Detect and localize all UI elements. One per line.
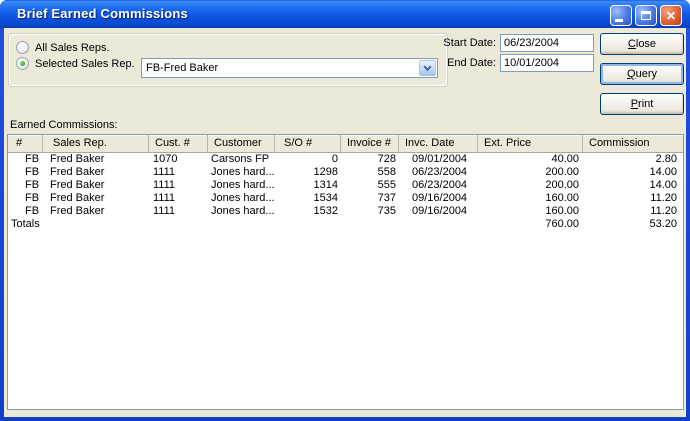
column-header-cust-number[interactable]: Cust. # — [149, 135, 208, 152]
radio-selected-icon[interactable] — [16, 57, 29, 70]
table-cell: 2.80 — [655, 153, 677, 165]
radio-selected-sales-rep-label: Selected Sales Rep. — [35, 57, 135, 70]
window-controls: ✕ — [610, 5, 682, 26]
radio-dot-icon — [20, 61, 25, 66]
table-cell: Carsons FP — [211, 153, 270, 165]
brief-earned-commissions-dialog: Brief Earned Commissions ✕ All Sales Rep… — [0, 0, 690, 421]
table-cell: 1111 — [153, 179, 176, 191]
table-cell: Fred Baker — [50, 179, 105, 191]
column-header-customer[interactable]: Customer — [208, 135, 275, 152]
radio-all-sales-reps-label: All Sales Reps. — [35, 41, 110, 54]
table-cell: 200.00 — [545, 166, 579, 178]
sales-rep-dropdown[interactable]: FB-Fred Baker — [141, 58, 438, 78]
table-cell: Fred Baker — [50, 192, 105, 204]
table-cell: 555 — [377, 179, 396, 191]
table-cell: Jones hard... — [211, 205, 275, 217]
table-cell: 1111 — [153, 166, 176, 178]
column-header-number[interactable]: # — [8, 135, 43, 152]
table-cell: Jones hard... — [211, 166, 275, 178]
table-cell: 14.00 — [649, 179, 677, 191]
maximize-icon — [641, 11, 651, 20]
table-cell: 06/23/2004 — [412, 166, 468, 178]
table-row[interactable]: FB Fred Baker 1111 Jones hard... 1314 55… — [8, 179, 683, 192]
table-cell: 09/16/2004 — [412, 192, 468, 204]
table-cell: FB — [25, 166, 40, 178]
table-cell: 1314 — [313, 179, 338, 191]
table-cell: 40.00 — [551, 153, 579, 165]
table-row[interactable]: FB Fred Baker 1111 Jones hard... 1532 73… — [8, 205, 683, 218]
sales-rep-dropdown-value: FB-Fred Baker — [146, 62, 219, 74]
table-cell: FB — [25, 205, 40, 217]
earned-commissions-label: Earned Commissions: — [10, 119, 118, 131]
query-button[interactable]: Query — [600, 63, 684, 85]
table-cell: Fred Baker — [50, 153, 105, 165]
close-icon: ✕ — [665, 8, 677, 23]
print-button[interactable]: Print — [600, 93, 684, 115]
table-cell: 1534 — [313, 192, 338, 204]
table-cell: 1532 — [313, 205, 338, 217]
start-date-input[interactable] — [500, 34, 594, 52]
table-cell: 1298 — [313, 166, 338, 178]
close-window-button[interactable]: ✕ — [660, 5, 682, 26]
table-cell: 558 — [377, 166, 396, 178]
table-cell: 737 — [377, 192, 396, 204]
table-cell: 1111 — [153, 205, 176, 217]
table-cell: 1070 — [153, 153, 178, 165]
end-date-label: End Date: — [447, 57, 496, 69]
table-cell: 160.00 — [545, 192, 579, 204]
close-button[interactable]: Close — [600, 33, 684, 55]
totals-ext-price: 760.00 — [545, 218, 579, 230]
minimize-icon — [614, 19, 623, 22]
table-cell: Jones hard... — [211, 192, 275, 204]
table-row[interactable]: FB Fred Baker 1111 Jones hard... 1534 73… — [8, 192, 683, 205]
table-cell: 735 — [377, 205, 396, 217]
client-area: All Sales Reps. Selected Sales Rep. FB-F… — [4, 28, 686, 417]
table-cell: FB — [25, 153, 40, 165]
table-cell: Fred Baker — [50, 205, 105, 217]
table-cell: 200.00 — [545, 179, 579, 191]
start-date-label: Start Date: — [443, 37, 496, 49]
totals-row: Totals 760.00 53.20 — [8, 218, 683, 231]
table-cell: 160.00 — [545, 205, 579, 217]
radio-all-sales-reps[interactable]: All Sales Reps. — [16, 41, 110, 54]
table-row[interactable]: FB Fred Baker 1070 Carsons FP 0 728 09/0… — [8, 153, 683, 166]
window-title: Brief Earned Commissions — [17, 6, 188, 21]
table-cell: 09/16/2004 — [412, 205, 468, 217]
title-bar[interactable]: Brief Earned Commissions ✕ — [0, 0, 690, 28]
column-header-commission[interactable]: Commission — [583, 135, 683, 152]
table-cell: 11.20 — [650, 205, 677, 217]
column-header-so-number[interactable]: S/O # — [275, 135, 341, 152]
table-cell: Jones hard... — [211, 179, 275, 191]
column-header-invc-date[interactable]: Invc. Date — [399, 135, 478, 152]
commissions-list: # Sales Rep. Cust. # Customer S/O # Invo… — [7, 134, 684, 410]
table-cell: FB — [25, 179, 40, 191]
column-header-ext-price[interactable]: Ext. Price — [478, 135, 583, 152]
table-cell: 14.00 — [649, 166, 677, 178]
table-cell: 728 — [377, 153, 396, 165]
table-cell: 0 — [331, 153, 338, 165]
table-cell: 1111 — [153, 192, 176, 204]
maximize-button[interactable] — [635, 5, 657, 26]
list-header-row: # Sales Rep. Cust. # Customer S/O # Invo… — [8, 135, 683, 153]
table-cell: 09/01/2004 — [412, 153, 468, 165]
table-row[interactable]: FB Fred Baker 1111 Jones hard... 1298 55… — [8, 166, 683, 179]
column-header-sales-rep[interactable]: Sales Rep. — [43, 135, 149, 152]
radio-selected-sales-rep[interactable]: Selected Sales Rep. — [16, 57, 135, 70]
end-date-input[interactable] — [500, 54, 594, 72]
table-cell: 11.20 — [650, 192, 677, 204]
table-cell: 06/23/2004 — [412, 179, 468, 191]
totals-spacer — [43, 218, 478, 231]
table-cell: FB — [25, 192, 40, 204]
table-cell: Fred Baker — [50, 166, 105, 178]
column-header-invoice-number[interactable]: Invoice # — [341, 135, 399, 152]
minimize-button[interactable] — [610, 5, 632, 26]
totals-label: Totals — [11, 218, 40, 230]
radio-unselected-icon[interactable] — [16, 41, 29, 54]
totals-commission: 53.20 — [649, 218, 677, 230]
